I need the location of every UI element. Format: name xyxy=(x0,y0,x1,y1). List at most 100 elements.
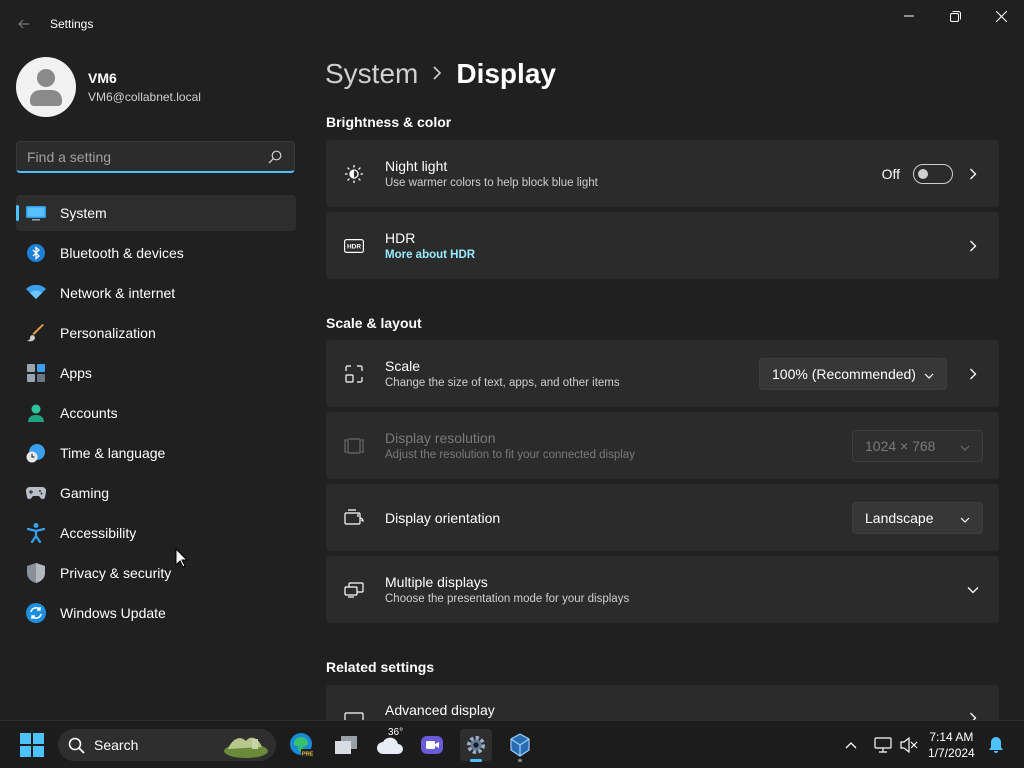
close-button[interactable] xyxy=(978,0,1024,32)
windows-logo-icon xyxy=(20,733,44,757)
chevron-down-icon[interactable] xyxy=(963,586,983,594)
search-input[interactable] xyxy=(27,148,267,165)
accessibility-icon xyxy=(26,523,46,543)
search-icon xyxy=(68,737,85,754)
display-orientation-dropdown[interactable]: Landscape xyxy=(852,501,983,534)
sidebar-item-system[interactable]: System xyxy=(16,195,296,231)
chevron-down-icon xyxy=(960,438,970,454)
clock-time: 7:14 AM xyxy=(929,730,974,744)
sidebar-item-label: Privacy & security xyxy=(60,565,172,581)
sidebar-item-label: Accounts xyxy=(60,405,118,421)
teams-app[interactable] xyxy=(416,729,448,761)
accounts-icon xyxy=(26,403,46,423)
chevron-right-icon[interactable] xyxy=(963,168,983,180)
hdr-icon: HDR xyxy=(344,236,364,256)
bluetooth-icon xyxy=(26,243,46,263)
edge-beta-app[interactable]: PRE xyxy=(286,729,318,761)
section-heading-brightness: Brightness & color xyxy=(326,114,452,130)
scale-dropdown[interactable]: 100% (Recommended) xyxy=(759,357,947,390)
section-heading-related: Related settings xyxy=(326,659,435,675)
start-button[interactable] xyxy=(16,729,48,761)
breadcrumb: System Display xyxy=(325,58,556,90)
window-title: Settings xyxy=(50,17,94,31)
sidebar-item-label: Bluetooth & devices xyxy=(60,245,184,261)
night-light-title: Night light xyxy=(385,158,448,174)
sidebar-item-time-language[interactable]: Time & language xyxy=(16,435,296,471)
sidebar-item-personalization[interactable]: Personalization xyxy=(16,315,296,351)
taskbar-search-label: Search xyxy=(94,737,139,753)
task-view-app[interactable] xyxy=(330,729,362,761)
sidebar-item-windows-update[interactable]: Windows Update xyxy=(16,595,296,631)
settings-app[interactable] xyxy=(460,729,492,762)
weather-temperature: 36° xyxy=(388,727,404,738)
network-wired-icon xyxy=(874,737,892,753)
sidebar-item-gaming[interactable]: Gaming xyxy=(16,475,296,511)
sidebar-item-label: Windows Update xyxy=(60,605,166,621)
mouse-cursor xyxy=(175,548,188,568)
wifi-icon xyxy=(26,283,46,303)
display-orientation-value: Landscape xyxy=(865,509,934,526)
sidebar-item-privacy[interactable]: Privacy & security xyxy=(16,555,296,591)
system-clock[interactable]: 7:14 AM 1/7/2024 xyxy=(928,729,975,761)
display-resolution-card: Display resolution Adjust the resolution… xyxy=(326,412,999,479)
scale-subtitle: Change the size of text, apps, and other… xyxy=(385,377,620,389)
chevron-up-icon xyxy=(845,742,857,749)
chevron-right-icon[interactable] xyxy=(963,368,983,380)
minimize-button[interactable] xyxy=(886,0,932,32)
close-icon xyxy=(995,10,1007,22)
update-icon xyxy=(26,603,46,623)
brush-icon xyxy=(26,323,46,343)
sidebar-item-network[interactable]: Network & internet xyxy=(16,275,296,311)
multiple-displays-subtitle: Choose the presentation mode for your di… xyxy=(385,593,630,605)
search-box[interactable] xyxy=(16,141,295,173)
advanced-display-card[interactable]: Advanced display xyxy=(326,685,999,720)
sidebar-item-accounts[interactable]: Accounts xyxy=(16,395,296,431)
gamepad-icon xyxy=(26,483,46,503)
advanced-display-icon xyxy=(344,710,364,720)
virtualbox-app[interactable] xyxy=(504,729,536,762)
profile-name: VM6 xyxy=(88,70,117,86)
sidebar-item-label: Network & internet xyxy=(60,285,176,301)
resolution-icon xyxy=(344,436,364,456)
sidebar-item-accessibility[interactable]: Accessibility xyxy=(16,515,296,551)
restore-button[interactable] xyxy=(932,0,978,32)
hdr-card[interactable]: HDR HDR More about HDR xyxy=(326,212,999,279)
night-light-card[interactable]: Night light Use warmer colors to help bl… xyxy=(326,140,999,207)
search-icon[interactable] xyxy=(268,150,282,169)
notifications-button[interactable] xyxy=(982,729,1010,761)
multiple-displays-icon xyxy=(344,580,364,600)
orientation-icon xyxy=(344,508,364,528)
display-resolution-dropdown: 1024 × 768 xyxy=(852,429,983,462)
page-title: Display xyxy=(456,58,556,89)
chevron-right-icon[interactable] xyxy=(963,712,983,720)
night-light-toggle[interactable] xyxy=(913,163,953,184)
hdr-link[interactable]: More about HDR xyxy=(385,249,953,261)
video-call-icon xyxy=(421,736,443,754)
gear-icon xyxy=(467,736,485,754)
sidebar-item-bluetooth[interactable]: Bluetooth & devices xyxy=(16,235,296,271)
svg-text:HDR: HDR xyxy=(347,243,361,250)
breadcrumb-parent[interactable]: System xyxy=(325,58,418,90)
scale-title: Scale xyxy=(385,358,421,374)
sidebar-item-apps[interactable]: Apps xyxy=(16,355,296,391)
user-profile[interactable]: VM6 VM6@collabnet.local xyxy=(16,57,201,117)
time-language-icon xyxy=(26,443,46,463)
sidebar-nav: System Bluetooth & devices Network & int… xyxy=(16,195,296,635)
multiple-displays-card[interactable]: Multiple displays Choose the presentatio… xyxy=(326,556,999,623)
avatar xyxy=(16,57,76,117)
back-arrow-icon xyxy=(18,19,29,29)
show-hidden-icons-button[interactable] xyxy=(836,729,866,761)
system-icon xyxy=(26,203,46,223)
chevron-right-icon[interactable] xyxy=(963,240,983,252)
search-highlight-icon xyxy=(224,737,268,758)
sidebar-item-label: Personalization xyxy=(60,325,156,341)
scale-card[interactable]: Scale Change the size of text, apps, and… xyxy=(326,340,999,407)
sidebar-item-label: System xyxy=(60,205,107,221)
volume-tray[interactable] xyxy=(894,729,924,761)
sidebar-item-label: Time & language xyxy=(60,445,166,461)
back-button[interactable] xyxy=(12,14,36,34)
apps-icon xyxy=(26,363,46,383)
taskbar-search[interactable]: Search xyxy=(58,729,276,761)
display-orientation-card[interactable]: Display orientation Landscape xyxy=(326,484,999,551)
sidebar-item-label: Accessibility xyxy=(60,525,137,541)
